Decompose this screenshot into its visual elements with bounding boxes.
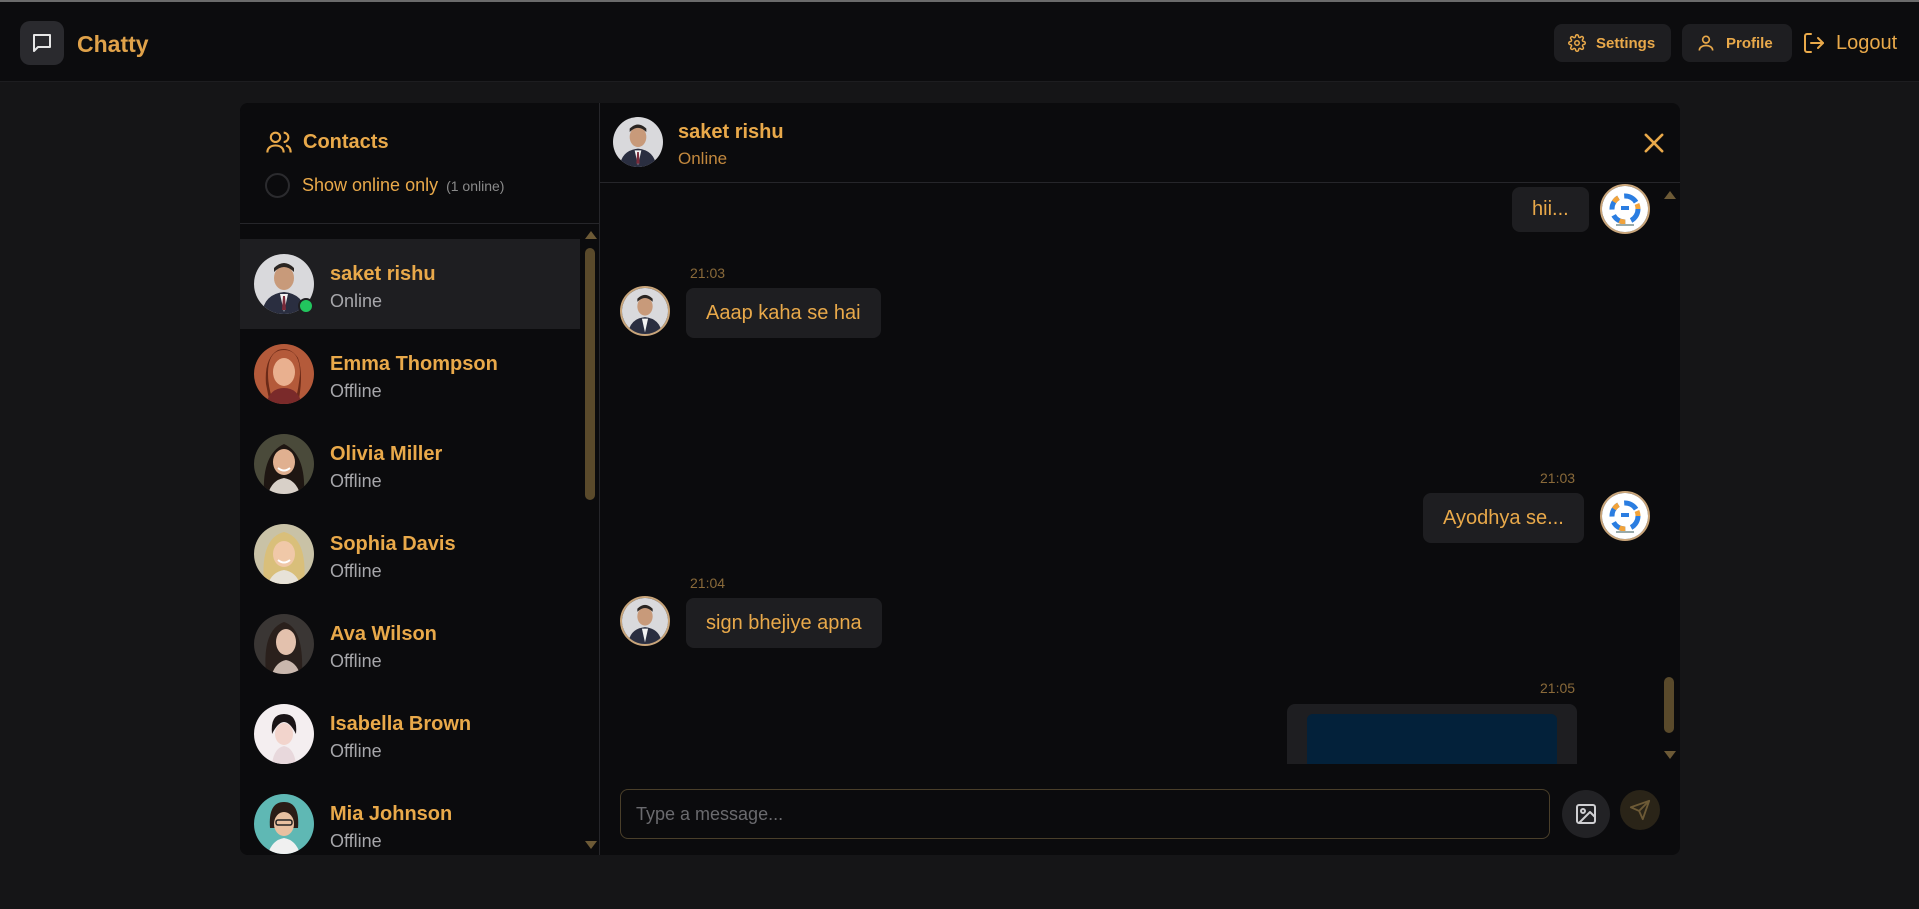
contact-item[interactable]: saket rishu Online (240, 239, 580, 329)
message-text: Ayodhya se... (1443, 506, 1564, 529)
contact-name: Olivia Miller (330, 443, 443, 465)
contacts-header: Contacts (265, 128, 389, 156)
contact-status: Online (330, 291, 383, 311)
contact-status: Offline (330, 741, 382, 761)
contact-item[interactable]: Isabella Brown Offline (240, 689, 580, 779)
message-time: 21:05 (1540, 680, 1576, 696)
message-composer (600, 764, 1680, 855)
contact-item[interactable]: Mia Johnson Offline (240, 779, 580, 855)
attach-image-button[interactable] (1562, 790, 1610, 838)
scroll-up-arrow[interactable] (585, 231, 597, 239)
message-text: hii... (1532, 198, 1569, 220)
gear-icon (1568, 34, 1586, 52)
contact-name: Isabella Brown (330, 713, 472, 735)
avatar (620, 286, 670, 336)
contact-status: Offline (330, 471, 382, 491)
online-indicator (298, 298, 314, 314)
chat-container: Contacts Show online only (1 online) sak… (240, 103, 1680, 855)
scroll-up-arrow[interactable] (1664, 191, 1676, 199)
contacts-sidebar: Contacts Show online only (1 online) sak… (240, 103, 600, 855)
message-time: 21:04 (690, 575, 726, 591)
message-time: 21:03 (690, 265, 726, 281)
close-chat-button[interactable] (1640, 129, 1668, 157)
online-count: (1 online) (446, 177, 505, 194)
avatar (254, 794, 314, 854)
user-icon (1698, 35, 1714, 51)
logout-icon (1804, 33, 1824, 53)
chat-panel: saket rishu Online hii... 21:03 Aaap kah… (600, 103, 1680, 855)
image-icon (1576, 804, 1596, 824)
logout-label: Logout (1836, 31, 1898, 54)
contact-item[interactable]: Olivia Miller Offline (240, 419, 580, 509)
avatar (254, 524, 314, 584)
divider (240, 223, 600, 224)
profile-label: Profile (1726, 34, 1773, 52)
message-input[interactable] (620, 789, 1550, 839)
send-icon (1629, 799, 1651, 821)
profile-button[interactable]: Profile (1682, 24, 1792, 62)
contact-item[interactable]: Emma Thompson Offline (240, 329, 580, 419)
settings-button[interactable]: Settings (1554, 24, 1671, 62)
settings-label: Settings (1596, 34, 1656, 52)
contact-item[interactable]: Sophia Davis Offline (240, 509, 580, 599)
message-time: 21:03 (1540, 470, 1576, 486)
contacts-scrollbar[interactable] (585, 248, 595, 500)
avatar (1600, 184, 1650, 234)
scroll-down-arrow[interactable] (1664, 751, 1676, 759)
chat-header: saket rishu Online (600, 103, 1680, 183)
users-icon (266, 131, 292, 153)
chat-contact-status: Online (678, 149, 728, 168)
app-name[interactable]: Chatty (77, 31, 149, 58)
show-online-checkbox[interactable] (265, 173, 290, 198)
messages-scrollbar[interactable] (1664, 677, 1674, 733)
contact-item[interactable]: Ava Wilson Offline (240, 599, 580, 689)
app-logo[interactable] (20, 21, 64, 65)
contact-list: saket rishu Online Emma Thompson Offline… (240, 239, 580, 855)
message-bubble: Ayodhya se... (1423, 493, 1584, 543)
contact-name: Mia Johnson (330, 803, 453, 825)
contact-status: Offline (330, 831, 382, 851)
close-icon (1644, 133, 1664, 153)
avatar (613, 117, 663, 167)
send-button[interactable] (1620, 790, 1660, 830)
message-text: Aaap kaha se hai (706, 301, 861, 324)
contact-name: Emma Thompson (330, 353, 498, 375)
image-message[interactable] (1287, 704, 1577, 764)
avatar (254, 614, 314, 674)
avatar (254, 704, 314, 764)
chat-contact-name: saket rishu (678, 121, 784, 143)
contact-name: Sophia Davis (330, 533, 456, 555)
avatar (620, 596, 670, 646)
contacts-title: Contacts (303, 130, 389, 153)
contact-status: Offline (330, 381, 382, 401)
message-bubble: Aaap kaha se hai (686, 288, 881, 338)
message-bubble: hii... (1512, 187, 1589, 232)
contact-name: Ava Wilson (330, 623, 437, 645)
message-bubble: sign bhejiye apna (686, 598, 882, 648)
message-text: sign bhejiye apna (706, 611, 862, 634)
avatar (1600, 491, 1650, 541)
message-list: hii... 21:03 Aaap kaha se hai 21:03 Ayod… (600, 184, 1680, 764)
online-filter: Show online only (1 online) (265, 173, 504, 198)
scroll-down-arrow[interactable] (585, 841, 597, 849)
contact-status: Offline (330, 561, 382, 581)
show-online-label[interactable]: Show online only (302, 175, 438, 196)
image-attachment[interactable] (1307, 714, 1557, 764)
avatar (254, 434, 314, 494)
logout-button[interactable]: Logout (1802, 24, 1897, 62)
contact-status: Offline (330, 651, 382, 671)
chat-bubble-icon (33, 34, 51, 52)
contact-name: saket rishu (330, 263, 436, 285)
avatar (254, 344, 314, 404)
app-header: Chatty Settings Profile Logout (0, 2, 1919, 82)
